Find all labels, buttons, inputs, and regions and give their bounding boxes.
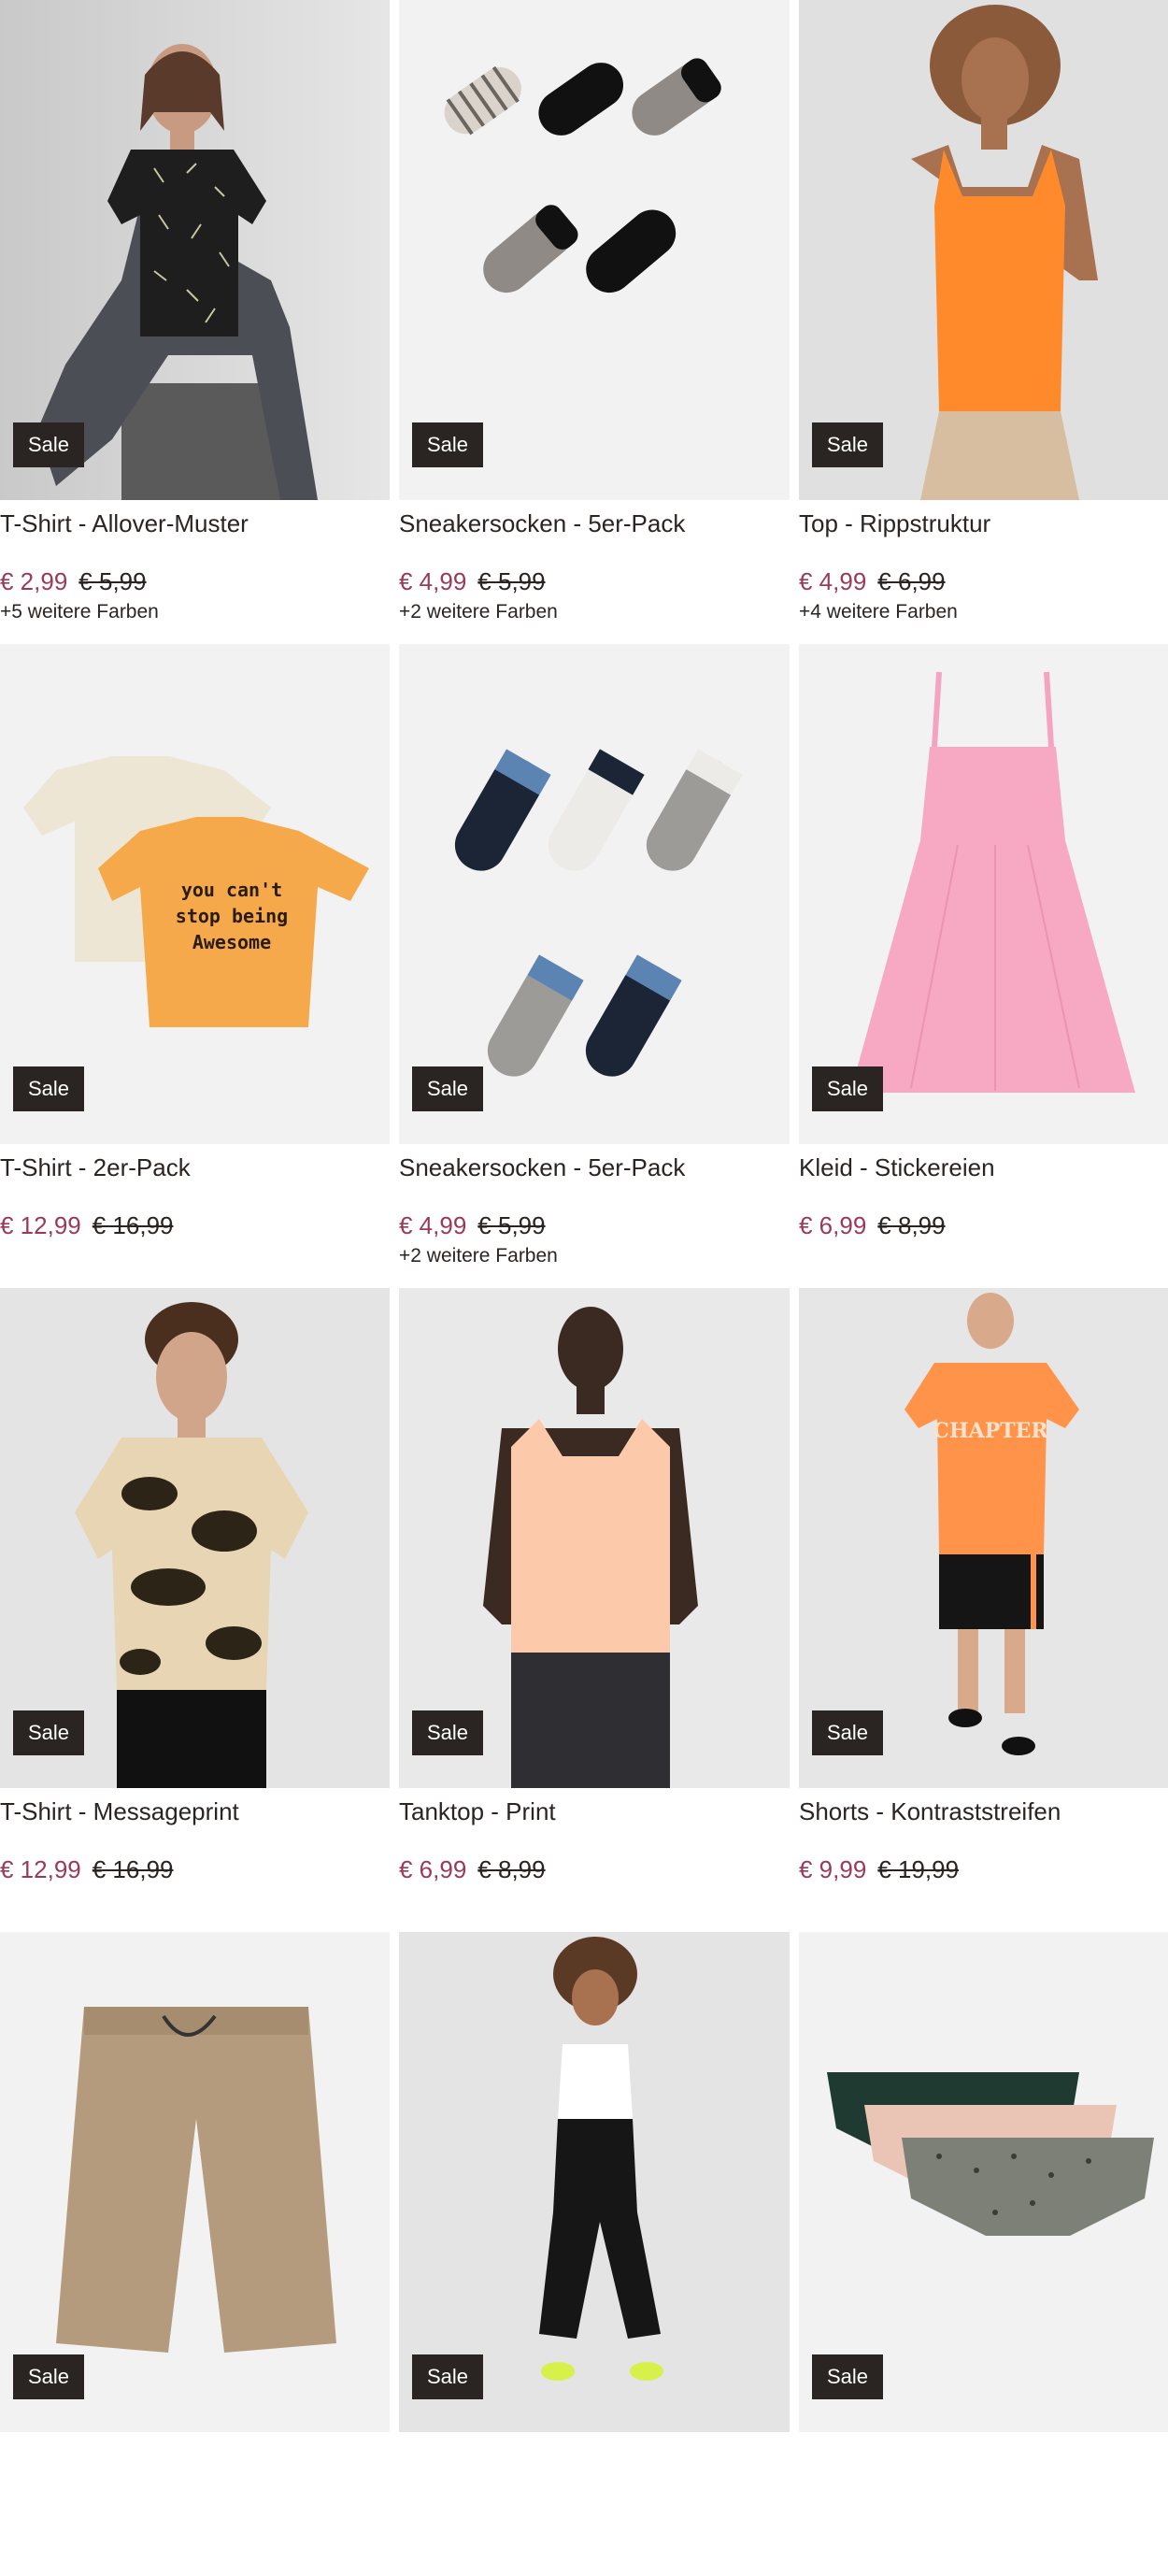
sale-badge: Sale [13,2354,85,2399]
sale-badge: Sale [812,422,884,467]
product-title[interactable]: Shorts - Kontraststreifen [799,1797,1168,1829]
product-card[interactable]: Sale [399,1932,790,2576]
product-card[interactable]: Sale Top - Rippstruktur € 4,99 € 6,99 +4 … [799,0,1168,644]
sale-badge: Sale [13,422,85,467]
product-title[interactable]: Top - Rippstruktur [799,509,1168,541]
price-row: € 4,99 € 5,99 [399,567,790,599]
sale-badge: Sale [812,1066,884,1111]
price-row: € 12,99 € 16,99 [0,1855,390,1887]
more-colors[interactable] [799,1245,1168,1269]
price-row: € 12,99 € 16,99 [0,1211,390,1243]
price-row: € 4,99 € 5,99 [399,1211,790,1243]
sale-badge: Sale [812,1710,884,1755]
sale-badge: Sale [13,1710,85,1755]
price-row: € 2,99 € 5,99 [0,567,390,599]
sale-badge: Sale [412,422,484,467]
briefs-3pack-photo[interactable]: Sale [799,1932,1168,2432]
sale-price: € 12,99 [0,1211,81,1239]
capri-leggings-photo[interactable]: Sale [399,1932,790,2432]
product-title[interactable]: Sneakersocken - 5er-Pack [399,1153,790,1185]
more-colors[interactable] [799,1889,1168,1913]
more-colors[interactable]: +2 weitere Farben [399,1245,790,1269]
sale-price: € 6,99 [399,1855,467,1883]
original-price: € 19,99 [877,1855,960,1883]
sale-price: € 4,99 [799,567,867,595]
product-card[interactable]: Sale Sneakersocken - 5er-Pack € 4,99 € 5,… [399,0,790,644]
peach-tanktop-photo[interactable]: Sale [399,1288,790,1788]
product-title[interactable]: T-Shirt - 2er-Pack [0,1153,390,1185]
product-card[interactable]: Sale T-Shirt - Allover-Muster € 2,99 € 5,… [0,0,390,644]
price-row: € 4,99 € 6,99 [799,567,1168,599]
original-price: € 16,99 [92,1211,174,1239]
sale-price: € 2,99 [0,567,68,595]
basic-socks-photo[interactable]: Sale [399,644,790,1144]
sale-price: € 4,99 [399,567,467,595]
price-row: € 6,99 € 8,99 [399,1855,790,1887]
product-card[interactable]: CHAPTER Sale Shorts - Kontraststreifen €… [799,1288,1168,1932]
more-colors[interactable]: +2 weitere Farben [399,601,790,625]
sale-price: € 6,99 [799,1211,867,1239]
product-card[interactable]: Sale [0,1932,390,2576]
original-price: € 5,99 [477,567,546,595]
more-colors[interactable] [0,1245,390,1269]
product-card[interactable]: Sale Kleid - Stickereien € 6,99 € 8,99 [799,644,1168,1288]
product-grid: Sale T-Shirt - Allover-Muster € 2,99 € 5,… [0,0,1168,2576]
shorts-chapter-shirt-photo[interactable]: CHAPTER Sale [799,1288,1168,1788]
product-title[interactable]: T-Shirt - Messageprint [0,1797,390,1829]
tshirt-allover-pattern-photo[interactable]: Sale [0,0,390,500]
product-title[interactable]: T-Shirt - Allover-Muster [0,509,390,541]
tiedye-tshirt-photo[interactable]: Sale [0,1288,390,1788]
sale-price: € 9,99 [799,1855,867,1883]
product-card[interactable]: you can't stop being Awesome Sale T-Shir… [0,644,390,1288]
product-card[interactable]: Sale T-Shirt - Messageprint € 12,99 € 16,… [0,1288,390,1932]
beige-shorts-photo[interactable]: Sale [0,1932,390,2432]
product-title[interactable]: Kleid - Stickereien [799,1153,1168,1185]
original-price: € 8,99 [877,1211,946,1239]
sale-badge: Sale [412,1066,484,1111]
shirt-print-text: CHAPTER [933,1419,1048,1443]
more-colors[interactable] [399,1889,790,1913]
product-card[interactable]: Sale [799,1932,1168,2576]
tshirt-print-text-line1: you can't [181,879,282,901]
more-colors[interactable]: +5 weitere Farben [0,601,390,625]
original-price: € 16,99 [92,1855,174,1883]
tshirt-2pack-photo[interactable]: you can't stop being Awesome Sale [0,644,390,1144]
sale-price: € 4,99 [399,1211,467,1239]
original-price: € 5,99 [78,567,147,595]
product-card[interactable]: Sale Tanktop - Print € 6,99 € 8,99 [399,1288,790,1932]
tshirt-print-text-line2: stop being [176,905,288,927]
more-colors[interactable]: +4 weitere Farben [799,601,1168,625]
gaming-socks-photo[interactable]: Sale [399,0,790,500]
product-card[interactable]: Sale Sneakersocken - 5er-Pack € 4,99 € 5,… [399,644,790,1288]
sale-badge: Sale [13,1066,85,1111]
price-row: € 6,99 € 8,99 [799,1211,1168,1243]
sale-badge: Sale [412,1710,484,1755]
original-price: € 6,99 [877,567,946,595]
orange-top-photo[interactable]: Sale [799,0,1168,500]
tshirt-print-text-line3: Awesome [192,931,271,953]
more-colors[interactable] [0,1889,390,1913]
product-title[interactable]: Tanktop - Print [399,1797,790,1829]
pink-dress-photo[interactable]: Sale [799,644,1168,1144]
sale-badge: Sale [412,2354,484,2399]
original-price: € 5,99 [477,1211,546,1239]
price-row: € 9,99 € 19,99 [799,1855,1168,1887]
sale-badge: Sale [812,2354,884,2399]
sale-price: € 12,99 [0,1855,81,1883]
product-title[interactable]: Sneakersocken - 5er-Pack [399,509,790,541]
original-price: € 8,99 [477,1855,546,1883]
